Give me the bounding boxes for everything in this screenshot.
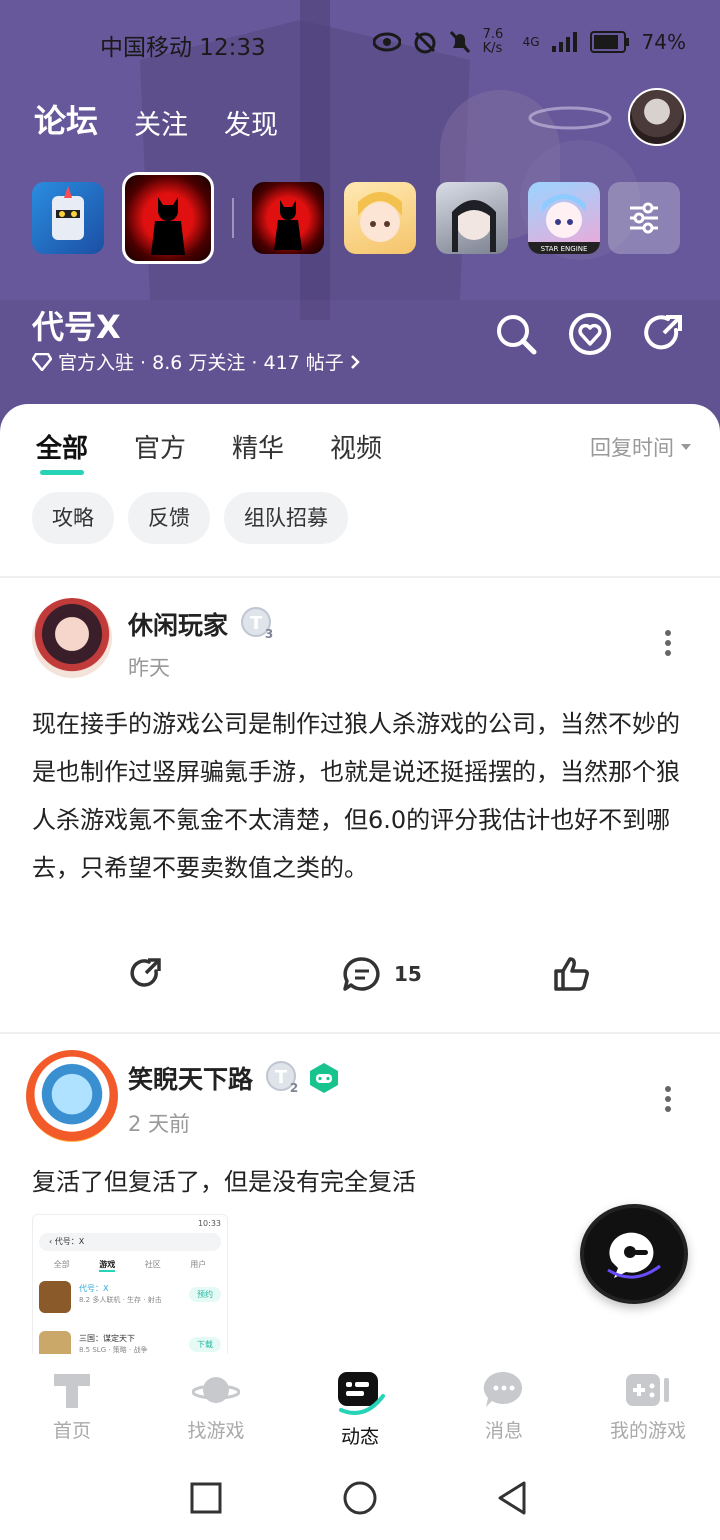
post-time: 昨天 [128,656,170,680]
tab-all[interactable]: 全部 [36,428,88,475]
tab-forum[interactable]: 论坛 [34,96,99,146]
comment-icon [343,957,380,991]
screenshot-item: 三国：谋定天下 8.5 SLG · 策略 · 战争 下载 [39,1331,221,1354]
level-badge-icon: T2 [265,1061,298,1094]
planet-icon [192,1377,240,1403]
gamer-badge-icon [310,1063,339,1093]
nav-messages[interactable]: 消息 [432,1370,576,1443]
post-card[interactable]: 笑睨天下路 T2 2 天前 复活了但复活了，但是没有完全复活 10:33 ‹ 代… [0,1034,720,1354]
alarm-off-icon [414,31,436,54]
back-icon[interactable] [496,1480,528,1516]
topic-chips: 攻略 反馈 组队招募 [32,492,348,544]
top-nav: 论坛 关注 发现 [34,96,278,146]
home-icon [54,1374,90,1408]
post-author[interactable]: 休闲玩家 T3 [128,606,275,642]
codename-x-game-icon[interactable] [122,172,214,264]
caret-down-icon [681,444,691,450]
nav-home[interactable]: 首页 [0,1370,144,1443]
signal-icon [551,32,577,52]
user-avatar[interactable] [628,88,686,146]
thumbs-up-icon [554,957,589,991]
svg-text:T: T [250,613,263,634]
post-card[interactable]: 休闲玩家 T3 昨天 现在接手的游戏公司是制作过狼人杀游戏的公司，当然不妙的是也… [0,578,720,1032]
recents-icon[interactable] [190,1482,222,1514]
feed-icon [338,1372,385,1415]
net-speed: 7.6 K/s [482,27,504,56]
sort-label: 回复时间 [590,436,674,460]
avatar[interactable] [26,1050,118,1142]
tab-discover[interactable]: 发现 [224,103,278,142]
eye-icon [372,32,401,52]
battery-icon [589,31,629,53]
nav-my-games[interactable]: 我的游戏 [576,1370,720,1443]
forum-header: 中国移动 12:33 7.6 K/s 4G 74% 论坛 关注 发现 STAR … [0,0,720,440]
screenshot-status-bar: 10:33 [197,1219,221,1228]
forum-title: 代号X [32,308,121,346]
like-button[interactable] [552,956,590,992]
chip-team-recruit[interactable]: 组队招募 [224,492,348,544]
feed-tabs: 全部 官方 精华 视频 [36,428,382,475]
share-button[interactable] [128,956,164,992]
carrier-time: 中国移动 12:33 [100,35,266,61]
more-options-icon[interactable] [660,1084,676,1114]
tab-featured[interactable]: 精华 [232,428,284,465]
network-type: 4G [522,35,540,49]
post-actions: 15 [0,956,720,1006]
share-icon [130,958,161,987]
blonde-girl-game-icon[interactable] [344,182,416,254]
chat-bubble-icon [607,1232,661,1279]
chip-guide[interactable]: 攻略 [32,492,114,544]
heart-follow-icon[interactable] [568,312,612,356]
post-author[interactable]: 笑睨天下路 T2 [128,1060,340,1096]
filter-icon[interactable] [608,182,680,254]
screenshot-item: 代号：X 8.2 多人联机 · 生存 · 射击 预约 [39,1281,221,1317]
knight-game-icon[interactable] [32,182,104,254]
battery-level: 74% [641,30,686,54]
screenshot-tabs: 全部 游戏 社区 用户 [39,1259,221,1272]
sort-dropdown[interactable]: 回复时间 [590,432,692,462]
system-nav-bar [0,1458,720,1540]
comment-count: 15 [394,962,422,986]
post-content[interactable]: 复活了但复活了，但是没有完全复活 [32,1158,692,1206]
dark-hair-girl-game-icon[interactable] [436,182,508,254]
followed-games-strip: STAR ENGINE [32,172,680,264]
red-silhouette-game-icon[interactable] [252,182,324,254]
star-engine-game-icon[interactable]: STAR ENGINE [528,182,600,254]
screenshot-search-bar: ‹ 代号：X [39,1233,221,1251]
post-content[interactable]: 现在接手的游戏公司是制作过狼人杀游戏的公司，当然不妙的是也制作过竖屏骗氪手游，也… [32,700,692,892]
gamepad-icon [626,1374,669,1406]
home-circle-icon[interactable] [342,1480,378,1516]
status-bar: 中国移动 12:33 7.6 K/s 4G 74% [0,22,720,62]
svg-text:2: 2 [290,1081,298,1094]
diamond-icon [32,352,52,371]
post-image[interactable]: 10:33 ‹ 代号：X 全部 游戏 社区 用户 代号：X 8.2 多人联机 ·… [32,1214,228,1354]
forum-meta-text: 官方入驻 · 8.6 万关注 · 417 帖子 [58,352,344,374]
strip-divider [232,198,234,238]
post-time: 2 天前 [128,1112,191,1136]
tab-follow[interactable]: 关注 [134,103,188,142]
bottom-nav: 首页 找游戏 动态 消息 我的游戏 [0,1354,720,1458]
svg-text:T: T [275,1067,288,1088]
svg-text:STAR ENGINE: STAR ENGINE [541,245,588,253]
tab-video[interactable]: 视频 [330,428,382,465]
mute-icon [449,30,470,54]
nav-feed[interactable]: 动态 [288,1370,432,1449]
share-icon[interactable] [642,312,686,356]
chip-feedback[interactable]: 反馈 [128,492,210,544]
svg-text:3: 3 [265,627,273,640]
search-icon[interactable] [494,312,538,356]
comment-button[interactable]: 15 [342,956,422,992]
message-icon [483,1371,523,1407]
level-badge-icon: T3 [240,607,273,640]
nav-find-games[interactable]: 找游戏 [144,1370,288,1443]
post-compose-button[interactable] [580,1204,688,1304]
forum-actions [494,312,686,356]
avatar[interactable] [32,598,112,678]
more-options-icon[interactable] [660,628,676,658]
forum-meta[interactable]: 官方入驻 · 8.6 万关注 · 417 帖子 [32,348,360,375]
tab-official[interactable]: 官方 [134,428,186,465]
chevron-right-icon [350,354,360,369]
